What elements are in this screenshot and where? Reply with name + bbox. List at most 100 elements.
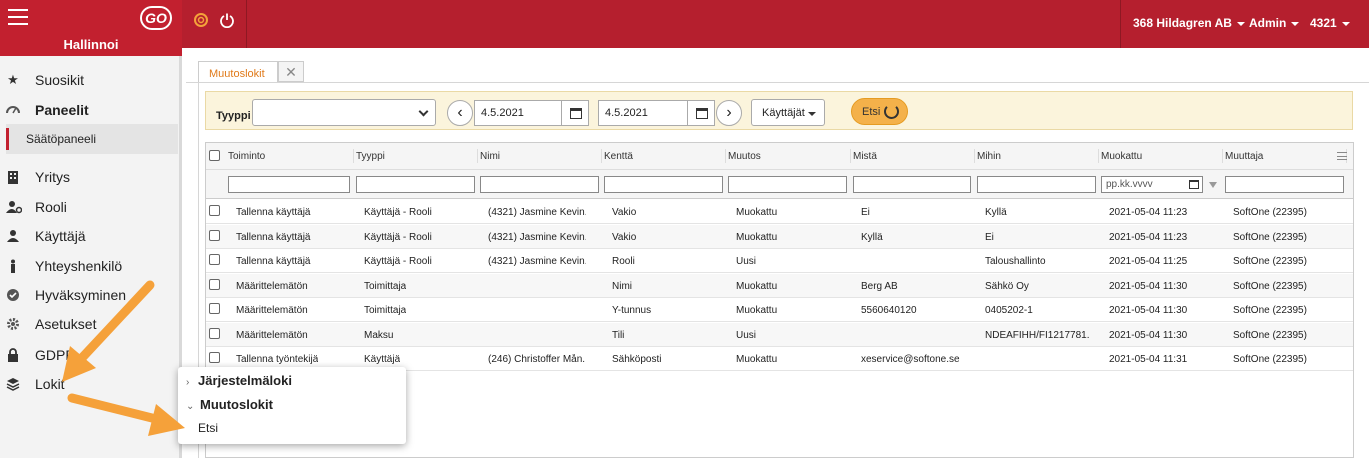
hamburger-menu-icon[interactable] — [8, 9, 28, 27]
sidebar-item-label: Yhteyshenkilö — [35, 258, 123, 274]
chevron-right-icon: › — [186, 377, 190, 388]
column-header-name[interactable]: Nimi — [480, 151, 500, 162]
cell-change: Muokattu — [736, 207, 778, 218]
search-button[interactable]: Etsi — [851, 98, 908, 125]
table-row[interactable]: Määrittelemätön Maksu Tili Uusi NDEAFIHH/FI1… — [206, 322, 1353, 347]
sidebar-item-gdpr[interactable]: GDPR — [0, 343, 180, 369]
cell-changed-by: SoftOne (22395) — [1233, 280, 1307, 292]
filter-input-type[interactable] — [356, 176, 475, 193]
cell-change: Uusi — [736, 256, 757, 267]
row-checkbox[interactable] — [209, 352, 220, 363]
column-separator — [601, 149, 602, 163]
date-from-input[interactable]: 4.5.2021 — [474, 100, 562, 126]
cell-changed-by: SoftOne (22395) — [1233, 305, 1307, 316]
cell-from: Ei — [861, 207, 870, 218]
sidebar-item-settings[interactable]: Asetukset — [0, 312, 180, 338]
cell-change: Muokattu — [736, 305, 778, 316]
row-checkbox[interactable] — [209, 327, 220, 339]
column-separator — [353, 149, 354, 163]
cell-action: Määrittelemätön — [236, 329, 308, 341]
row-checkbox[interactable] — [209, 205, 220, 216]
sidebar-item-label: Asetukset — [35, 316, 97, 332]
sidebar-item-company[interactable]: Yritys — [0, 165, 180, 191]
table-row[interactable]: Määrittelemätön Toimittaja Nimi Muokattu Ber… — [206, 273, 1353, 298]
sidebar-item-approval[interactable]: Hyväksyminen — [0, 283, 180, 309]
filter-input-changed-by[interactable] — [1225, 176, 1344, 193]
cell-type: Toimittaja — [364, 305, 407, 316]
table-row[interactable]: Määrittelemätön Toimittaja Y-tunnus Muokatt… — [206, 298, 1353, 322]
cell-field: Vakio — [612, 207, 637, 218]
filter-funnel-icon[interactable] — [1209, 182, 1217, 188]
row-checkbox[interactable] — [209, 278, 220, 290]
column-header-field[interactable]: Kenttä — [604, 151, 633, 162]
column-header-action[interactable]: Toiminto — [228, 151, 265, 162]
company-menu[interactable]: 368 Hildagren AB — [1133, 16, 1245, 30]
cell-action: Tallenna käyttäjä — [236, 256, 311, 267]
table-row[interactable]: Tallenna käyttäjä Käyttäjä - Rooli (4321) … — [206, 224, 1353, 249]
user-menu[interactable]: 4321 — [1310, 16, 1350, 30]
cell-action: Tallenna työntekijä — [236, 354, 319, 365]
type-select[interactable] — [252, 99, 436, 126]
column-header-change[interactable]: Muutos — [728, 151, 761, 162]
column-header-to[interactable]: Mihin — [977, 151, 1001, 162]
column-header-changed-by[interactable]: Muuttaja — [1225, 151, 1263, 162]
date-from-calendar-button[interactable] — [561, 100, 589, 126]
column-header-type[interactable]: Tyyppi — [356, 151, 385, 162]
calendar-icon[interactable] — [1189, 180, 1199, 189]
filter-input-field[interactable] — [604, 176, 723, 193]
dashboard-icon — [6, 103, 20, 117]
cell-from: xeservice@softone.se — [861, 354, 960, 365]
date-to-calendar-button[interactable] — [687, 100, 715, 126]
cell-changed-by: SoftOne (22395) — [1233, 256, 1307, 267]
cell-field: Sähköposti — [612, 354, 662, 365]
sidebar-item-logs[interactable]: Lokit — [0, 372, 180, 398]
sidebar-item-favorites[interactable]: ★ Suosikit — [0, 68, 180, 94]
row-checkbox[interactable] — [209, 303, 220, 314]
sidebar-item-contact[interactable]: Yhteyshenkilö — [0, 254, 180, 280]
help-icon[interactable] — [193, 12, 209, 28]
power-icon[interactable] — [219, 12, 235, 29]
table-row[interactable]: Tallenna käyttäjä Käyttäjä - Rooli (4321) … — [206, 200, 1353, 224]
building-icon — [6, 170, 20, 184]
tab-change-logs[interactable]: Muutoslokit — [198, 61, 278, 83]
column-menu-icon[interactable] — [1337, 152, 1347, 160]
sidebar-item-user[interactable]: Käyttäjä — [0, 224, 180, 250]
table-row[interactable]: Tallenna käyttäjä Käyttäjä - Rooli (4321) … — [206, 249, 1353, 273]
filter-input-to[interactable] — [977, 176, 1096, 193]
logs-flyout-menu: › Järjestelmäloki ⌄ Muutoslokit Etsi — [178, 367, 406, 444]
column-separator — [974, 149, 975, 163]
layers-icon — [6, 377, 20, 391]
cell-name: (4321) Jasmine Kevin... — [488, 207, 586, 218]
sidebar-subitem-label: Säätöpaneeli — [26, 132, 97, 146]
select-all-checkbox[interactable] — [209, 150, 220, 161]
date-to-input[interactable]: 4.5.2021 — [598, 100, 688, 126]
filter-input-modified-date[interactable]: pp.kk.vvvv — [1101, 176, 1203, 193]
sidebar-subitem-control-panel[interactable]: Säätöpaneeli — [6, 124, 178, 154]
users-dropdown[interactable]: Käyttäjät — [751, 99, 825, 126]
close-icon[interactable]: ✕ — [278, 61, 304, 82]
row-checkbox[interactable] — [209, 229, 220, 241]
sidebar-item-label: Paneelit — [35, 102, 89, 118]
column-separator — [477, 149, 478, 163]
filter-input-name[interactable] — [480, 176, 599, 193]
sidebar-item-role[interactable]: Rooli — [0, 195, 180, 221]
cell-field: Vakio — [612, 231, 637, 243]
filter-input-action[interactable] — [228, 176, 350, 193]
filter-input-change[interactable] — [728, 176, 847, 193]
sidebar-item-label: Hyväksyminen — [35, 287, 127, 303]
cell-to: Ei — [985, 231, 994, 243]
cell-field: Rooli — [612, 256, 635, 267]
column-header-from[interactable]: Mistä — [853, 151, 877, 162]
next-date-button[interactable]: › — [716, 100, 742, 126]
cell-type: Toimittaja — [364, 280, 407, 292]
cell-action: Määrittelemätön — [236, 305, 308, 316]
role-menu[interactable]: Admin — [1249, 16, 1300, 30]
cell-name: (246) Christoffer Mån... — [488, 354, 586, 365]
cell-from: Berg AB — [861, 280, 898, 292]
user-icon — [6, 229, 20, 243]
filter-input-from[interactable] — [853, 176, 971, 193]
previous-date-button[interactable]: ‹ — [447, 100, 473, 126]
row-checkbox[interactable] — [209, 254, 220, 265]
sidebar-item-dashboards[interactable]: Paneelit — [0, 98, 180, 124]
column-header-modified[interactable]: Muokattu — [1101, 151, 1142, 162]
